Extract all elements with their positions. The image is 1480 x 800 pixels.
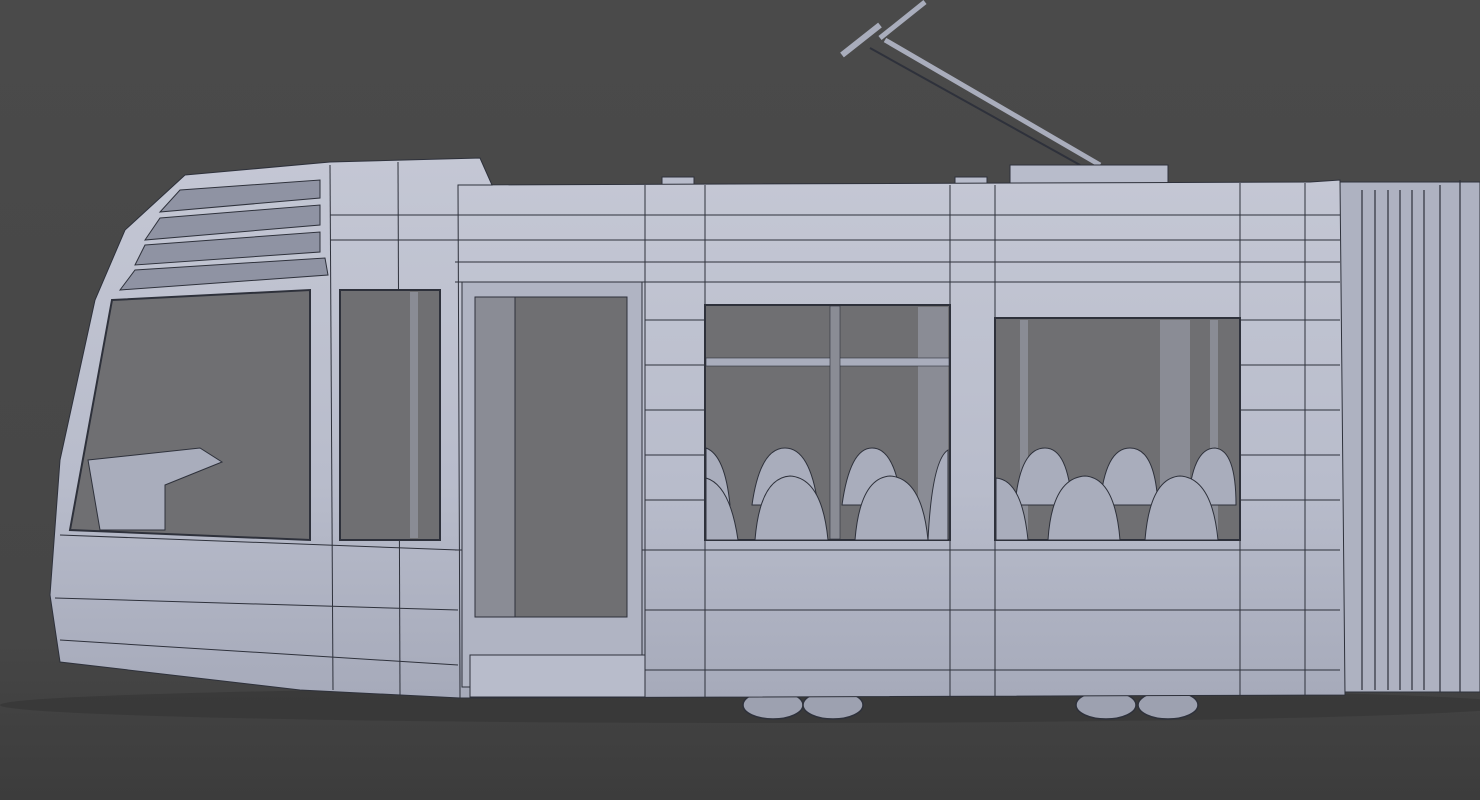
cab-side-window [339, 289, 441, 541]
door [461, 281, 646, 698]
passenger-window-2 [994, 317, 1241, 541]
interior-pole [410, 292, 418, 538]
tram-render [0, 0, 1480, 800]
articulation-bellows [1339, 180, 1480, 693]
passenger-window-1 [704, 304, 951, 541]
